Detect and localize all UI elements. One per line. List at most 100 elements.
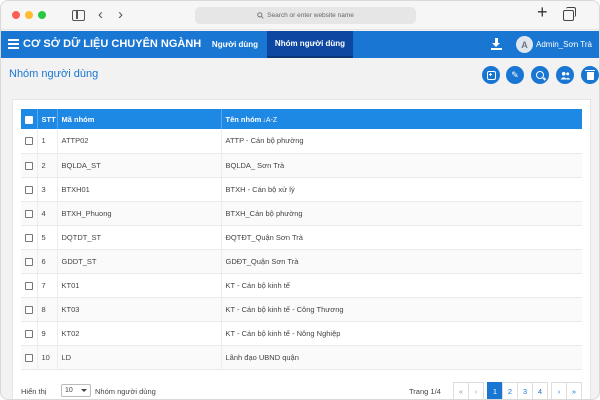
row-stt: 9: [37, 321, 58, 346]
row-group-code: DQTDT_ST: [57, 225, 222, 250]
table-row[interactable]: 2 BQLDA_ST BQLDA_ Sơn Trà: [21, 153, 582, 178]
row-stt: 8: [37, 297, 58, 322]
delete-icon: [585, 69, 595, 80]
row-select-cell: [21, 321, 38, 346]
table-row[interactable]: 3 BTXH01 BTXH - Cán bộ xử lý: [21, 177, 582, 202]
avatar[interactable]: A: [516, 36, 533, 53]
app-title[interactable]: CƠ SỞ DỮ LIỆU CHUYÊN NGÀNH: [23, 38, 201, 50]
new-tab-icon[interactable]: +: [537, 3, 548, 21]
page-size-value: 10: [65, 387, 73, 394]
tab-overview-icon[interactable]: [563, 7, 576, 21]
page-size-label: Hiển thị: [21, 387, 47, 396]
table-header-row: STT Mã nhóm Tên nhóm↓A-Z: [21, 109, 582, 129]
row-group-code: KT02: [57, 321, 222, 346]
nav-item-user-groups[interactable]: Nhóm người dùng: [267, 31, 353, 58]
row-group-code: ATTP02: [57, 129, 222, 154]
row-group-code: BTXH_Phuong: [57, 201, 222, 226]
row-checkbox[interactable]: [25, 161, 33, 170]
row-checkbox[interactable]: [25, 281, 33, 290]
table-row[interactable]: 10 LD Lãnh đạo UBND quận: [21, 345, 582, 370]
page-button-4[interactable]: 4: [532, 382, 548, 399]
row-group-code: LD: [57, 345, 222, 370]
sort-icon[interactable]: ↓A-Z: [262, 117, 277, 124]
table-row[interactable]: 7 KT01 KT - Cán bộ kinh tế: [21, 273, 582, 298]
row-group-name: BTXH - Cán bộ xử lý: [221, 177, 582, 202]
users-button[interactable]: [556, 66, 574, 84]
row-select-cell: [21, 201, 38, 226]
row-checkbox[interactable]: [25, 329, 33, 338]
row-checkbox[interactable]: [25, 185, 33, 194]
table-row[interactable]: 8 KT03 KT - Cán bộ kinh tế - Công Thương: [21, 297, 582, 322]
row-select-cell: [21, 225, 38, 250]
table-row[interactable]: 1 ATTP02 ATTP - Cán bộ phường: [21, 129, 582, 154]
select-all-checkbox[interactable]: [25, 115, 33, 124]
back-arrow-icon[interactable]: ‹: [98, 7, 103, 23]
row-group-name: KT - Cán bộ kinh tế - Công Thương: [221, 297, 582, 322]
table-body: 1 ATTP02 ATTP - Cán bộ phường 2 BQLDA_ST BQLD…: [21, 129, 582, 370]
add-button[interactable]: [482, 66, 500, 84]
header-group-code[interactable]: Mã nhóm: [57, 109, 222, 129]
close-window-button[interactable]: [12, 11, 20, 19]
browser-window: ‹ › Search or enter website name + CƠ SỞ…: [0, 0, 600, 400]
row-select-cell: [21, 177, 38, 202]
users-icon: [560, 71, 570, 80]
table-row[interactable]: 5 DQTDT_ST ĐQTĐT_Quận Sơn Trà: [21, 225, 582, 250]
row-select-cell: [21, 249, 38, 274]
row-select-cell: [21, 297, 38, 322]
row-checkbox[interactable]: [25, 257, 33, 266]
row-group-code: KT03: [57, 297, 222, 322]
row-group-name: Lãnh đạo UBND quận: [221, 345, 582, 370]
last-page-button[interactable]: »: [566, 382, 582, 399]
user-groups-card: STT Mã nhóm Tên nhóm↓A-Z 1 ATTP02 ATTP - C…: [12, 99, 591, 399]
address-placeholder: Search or enter website name: [267, 12, 354, 19]
edit-button[interactable]: ✎: [506, 66, 524, 84]
sidebar-toggle-icon[interactable]: [72, 10, 85, 21]
page-title: Nhóm người dùng: [9, 68, 99, 80]
row-stt: 4: [37, 201, 58, 226]
row-group-code: GDDT_ST: [57, 249, 222, 274]
row-group-name: ATTP - Cán bộ phường: [221, 129, 582, 154]
page-button-2[interactable]: 2: [502, 382, 518, 399]
search-icon: [535, 70, 544, 79]
user-name[interactable]: Admin_Sơn Trà: [536, 40, 592, 49]
row-stt: 2: [37, 153, 58, 178]
row-stt: 6: [37, 249, 58, 274]
pagination: « ‹ 1 2 3 4 › »: [453, 382, 582, 399]
nav-item-users[interactable]: Người dùng: [205, 31, 265, 58]
download-icon[interactable]: [491, 38, 502, 51]
header-group-name-label: Tên nhóm: [225, 114, 262, 124]
search-button[interactable]: [531, 66, 549, 84]
table-row[interactable]: 4 BTXH_Phuong BTXH_Cán bộ phường: [21, 201, 582, 226]
first-page-button[interactable]: «: [453, 382, 469, 399]
prev-page-button[interactable]: ‹: [468, 382, 484, 399]
row-select-cell: [21, 273, 38, 298]
header-group-name[interactable]: Tên nhóm↓A-Z: [221, 109, 582, 129]
row-select-cell: [21, 129, 38, 154]
delete-button[interactable]: [581, 66, 599, 84]
row-checkbox[interactable]: [25, 353, 33, 362]
page-button-3[interactable]: 3: [517, 382, 533, 399]
row-select-cell: [21, 153, 38, 178]
table-row[interactable]: 9 KT02 KT - Cán bộ kinh tế - Nông Nghiệp: [21, 321, 582, 346]
minimize-window-button[interactable]: [25, 11, 33, 19]
row-select-cell: [21, 345, 38, 370]
row-stt: 10: [37, 345, 58, 370]
row-checkbox[interactable]: [25, 137, 33, 146]
row-group-name: KT - Cán bộ kinh tế - Nông Nghiệp: [221, 321, 582, 346]
row-stt: 3: [37, 177, 58, 202]
table-row[interactable]: 6 GDDT_ST GDĐT_Quận Sơn Trà: [21, 249, 582, 274]
maximize-window-button[interactable]: [38, 11, 46, 19]
menu-icon[interactable]: [8, 39, 19, 49]
row-stt: 1: [37, 129, 58, 154]
forward-arrow-icon[interactable]: ›: [118, 7, 123, 23]
row-checkbox[interactable]: [25, 305, 33, 314]
address-bar[interactable]: Search or enter website name: [195, 7, 416, 24]
table-footer: Hiển thị 10 Nhóm người dùng Trang 1/4 « …: [21, 382, 582, 399]
row-checkbox[interactable]: [25, 233, 33, 242]
select-all-header: [21, 109, 38, 129]
next-page-button[interactable]: ›: [551, 382, 567, 399]
page-size-select[interactable]: 10: [61, 384, 91, 397]
row-checkbox[interactable]: [25, 209, 33, 218]
row-group-name: BQLDA_ Sơn Trà: [221, 153, 582, 178]
page-button-1[interactable]: 1: [487, 382, 503, 399]
